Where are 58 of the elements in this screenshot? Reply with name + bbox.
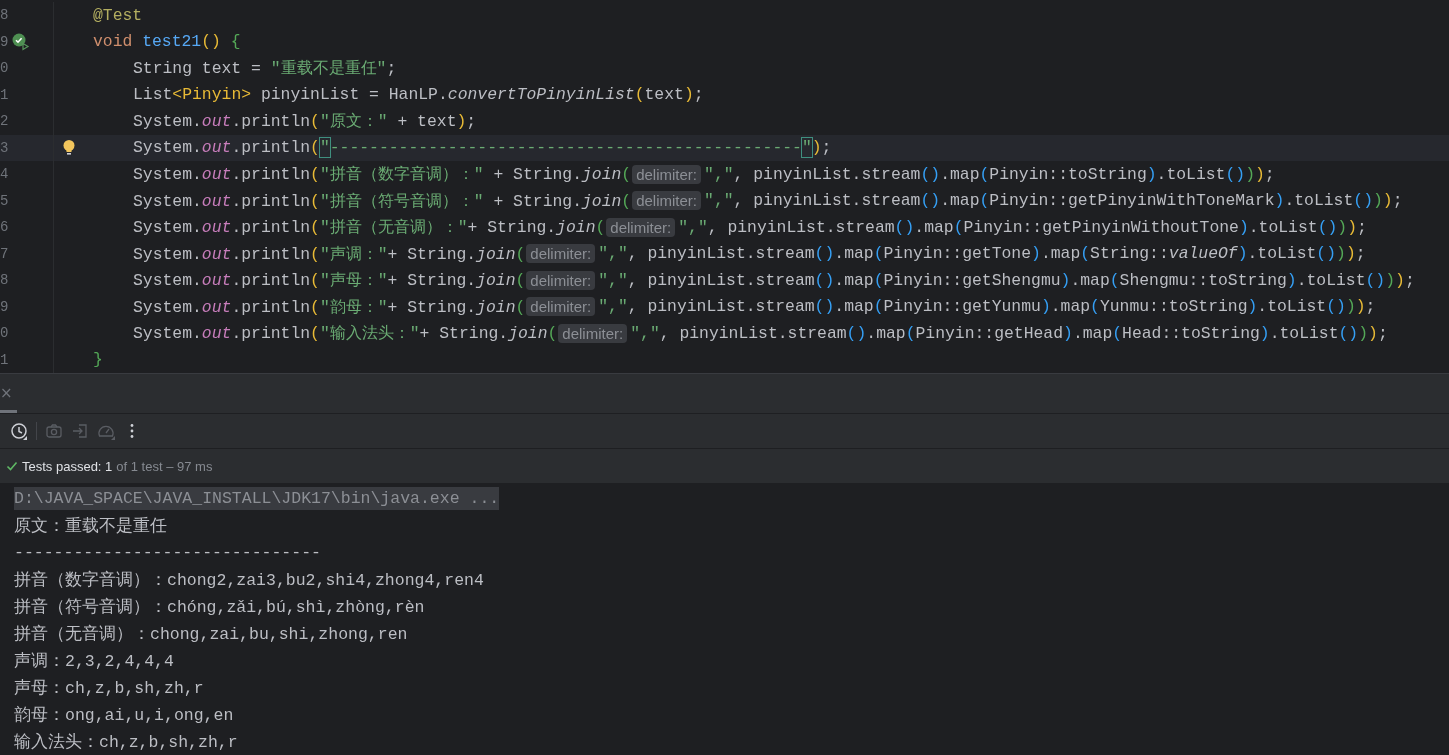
code-text: System.out.println("拼音（数字音调）：" + String.join( [133,164,632,186]
close-tab-button[interactable]: × [0,384,13,402]
code-text: ",", pinyinList.stream().map(Pinyin::getPinyinWithoutTone).toList())); [678,217,1367,237]
console-line: 输入法头：ch,z,b,sh,zh,r [14,731,238,753]
line-number: 2 [0,113,10,130]
status-detail: of 1 test – 97 ms [116,458,213,474]
code-text: void test21() { [93,32,241,52]
line-number: 1 [0,351,10,368]
code-text: List<Pinyin> pinyinList = HanLP.convertToPinyinList(text); [133,85,704,105]
parameter-hint: delimiter: [632,191,702,211]
selected-tab-indicator [0,410,17,413]
line-number: 7 [0,245,10,262]
code-text: ",", pinyinList.stream().map(Pinyin::getPinyinWithToneMark).toList())); [704,191,1403,211]
status-text: Tests passed: 1 [22,458,113,474]
parameter-hint: delimiter: [526,297,596,317]
console-line: 韵母：ong,ai,u,i,ong,en [14,704,234,726]
line-number: 0 [0,60,10,77]
code-text: ",", pinyinList.stream().map(Pinyin::getHead).map(Head::toString).toList())); [630,323,1388,343]
code-text: System.out.println("韵母："+ String.join( [133,296,526,318]
code-text: ",", pinyinList.stream().map(Pinyin::getTone).map(String::valueOf).toList())); [598,244,1366,264]
parameter-hint: delimiter: [632,164,702,184]
code-text: @Test [93,5,143,25]
clock-icon[interactable] [10,422,28,440]
line-number: 1 [0,86,10,103]
code-text: } [93,350,103,370]
console-line: 声母：ch,z,b,sh,zh,r [14,677,204,699]
line-number: 9 [0,298,10,315]
code-text: ",", pinyinList.stream().map(Pinyin::getYunmu).map(Yunmu::toString).toList())); [598,297,1376,317]
console-line: 原文：重载不是重任 [14,515,167,537]
line-number: 4 [0,166,10,183]
code-text: System.out.println("声母："+ String.join( [133,270,526,292]
code-text: System.out.println("输入法头："+ String.join( [133,323,558,345]
lightbulb-icon[interactable] [62,138,76,157]
code-text: System.out.println("拼音（无音调）："+ String.join( [133,217,606,239]
console-line: 拼音（符号音调）：chóng,zǎi,bú,shì,zhòng,rèn [14,596,425,618]
parameter-hint: delimiter: [526,244,596,264]
console-line: 拼音（无音调）：chong,zai,bu,shi,zhong,ren [14,623,408,645]
code-text: System.out.println("原文：" + text); [133,111,477,133]
code-text: ",", pinyinList.stream().map(Pinyin::toString).toList())); [704,164,1275,184]
console-line: ------------------------------- [14,543,321,562]
console-line: 声调：2,3,2,4,4,4 [14,650,174,672]
parameter-hint: delimiter: [606,217,676,237]
line-number: 0 [0,325,10,342]
code-text: System.out.println("------------------------------------------------"); [133,138,832,158]
code-text: System.out.println("拼音（符号音调）：" + String.join( [133,190,632,212]
code-text: ",", pinyinList.stream().map(Pinyin::getShengmu).map(Shengmu::toString).toList())); [598,270,1415,290]
console-line: 拼音（数字音调）：chong2,zai3,bu2,shi4,zhong4,ren4 [14,569,484,591]
parameter-hint: delimiter: [526,270,596,290]
line-number: 6 [0,219,10,236]
line-number: 8 [0,7,10,24]
parameter-hint: delimiter: [558,323,628,343]
code-text: String text = "重载不是重任"; [133,58,397,80]
run-passed-icon[interactable] [12,32,30,51]
line-number: 9 [0,33,10,50]
code-text: System.out.println("声调："+ String.join( [133,243,526,265]
line-number: 3 [0,139,10,156]
line-number: 8 [0,272,10,289]
line-number: 5 [0,192,10,209]
